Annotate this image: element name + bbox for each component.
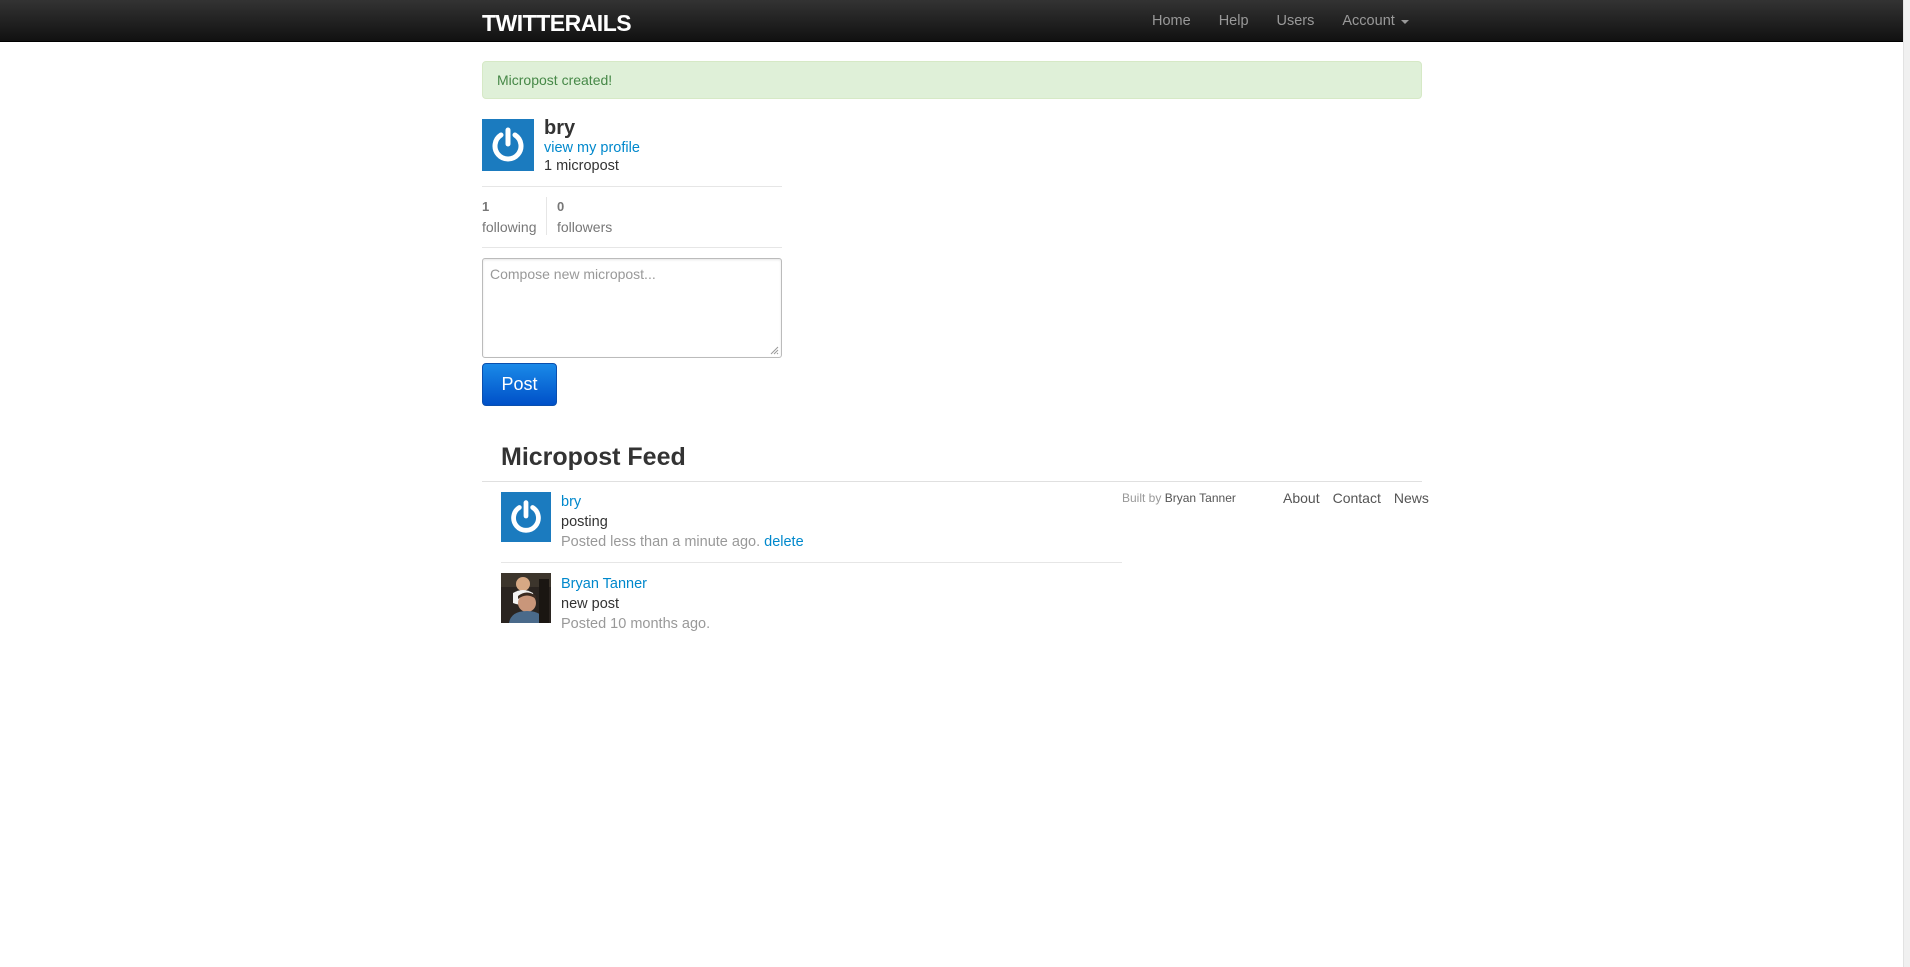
feed-title: Micropost Feed [501, 443, 686, 471]
user-name: bry [544, 117, 576, 139]
page: TWITTERAILS Home Help Users Account Micr… [0, 0, 1910, 967]
feed-item-content: posting [561, 514, 608, 530]
stats-divider [546, 197, 547, 235]
followers-label: followers [557, 219, 613, 235]
followers-count: 0 [557, 199, 565, 214]
brand-logo[interactable]: TWITTERAILS [482, 10, 632, 37]
feed-item-user[interactable]: bry [561, 494, 581, 510]
feed-item-user[interactable]: Bryan Tanner [561, 576, 647, 592]
micropost-count: 1 micropost [544, 158, 619, 174]
power-icon [492, 127, 524, 162]
built-by-prefix: Built by [1122, 491, 1162, 505]
scrollbar-track[interactable] [1903, 0, 1910, 967]
footer-built-by: Built by Bryan Tanner [1122, 491, 1236, 505]
feed-avatar-photo[interactable] [501, 573, 551, 623]
nav-home[interactable]: Home [1152, 0, 1205, 42]
footer-links: About Contact News [1283, 490, 1429, 506]
nav-users[interactable]: Users [1263, 0, 1329, 42]
resize-grip-icon[interactable] [769, 345, 779, 355]
feed-divider [482, 481, 1422, 482]
caret-down-icon [1400, 20, 1409, 24]
delete-link[interactable]: delete [764, 534, 804, 550]
feed-item-timestamp: Posted less than a minute ago. delete [561, 534, 804, 550]
feed-item-timestamp: Posted 10 months ago. [561, 616, 711, 632]
footer-link-news[interactable]: News [1394, 490, 1429, 506]
following-count: 1 [482, 199, 490, 214]
followers-stat[interactable]: 0 followers [557, 199, 612, 235]
power-icon [511, 500, 541, 533]
feed-item-divider [501, 562, 1122, 563]
divider [482, 247, 782, 248]
nav-links: Home Help Users Account [1152, 0, 1423, 42]
footer-link-about[interactable]: About [1283, 490, 1320, 506]
divider [482, 186, 782, 187]
nav-account-label: Account [1342, 13, 1395, 29]
following-label: following [482, 219, 537, 235]
user-avatar[interactable] [482, 119, 534, 171]
compose-textarea[interactable] [482, 258, 782, 358]
following-stat[interactable]: 1 following [482, 199, 536, 235]
feed-item-content: new post [561, 596, 620, 612]
footer-link-contact[interactable]: Contact [1333, 490, 1381, 506]
flash-success: Micropost created! [482, 61, 1422, 99]
post-button[interactable]: Post [482, 363, 557, 406]
feed-item-timestamp-text: Posted less than a minute ago. [561, 534, 761, 550]
feed-avatar[interactable] [501, 492, 551, 542]
built-by-name[interactable]: Bryan Tanner [1165, 491, 1236, 505]
nav-account-dropdown[interactable]: Account [1328, 0, 1422, 42]
navbar: TWITTERAILS Home Help Users Account [0, 0, 1903, 42]
view-profile-link[interactable]: view my profile [544, 140, 640, 156]
nav-help[interactable]: Help [1205, 0, 1263, 42]
